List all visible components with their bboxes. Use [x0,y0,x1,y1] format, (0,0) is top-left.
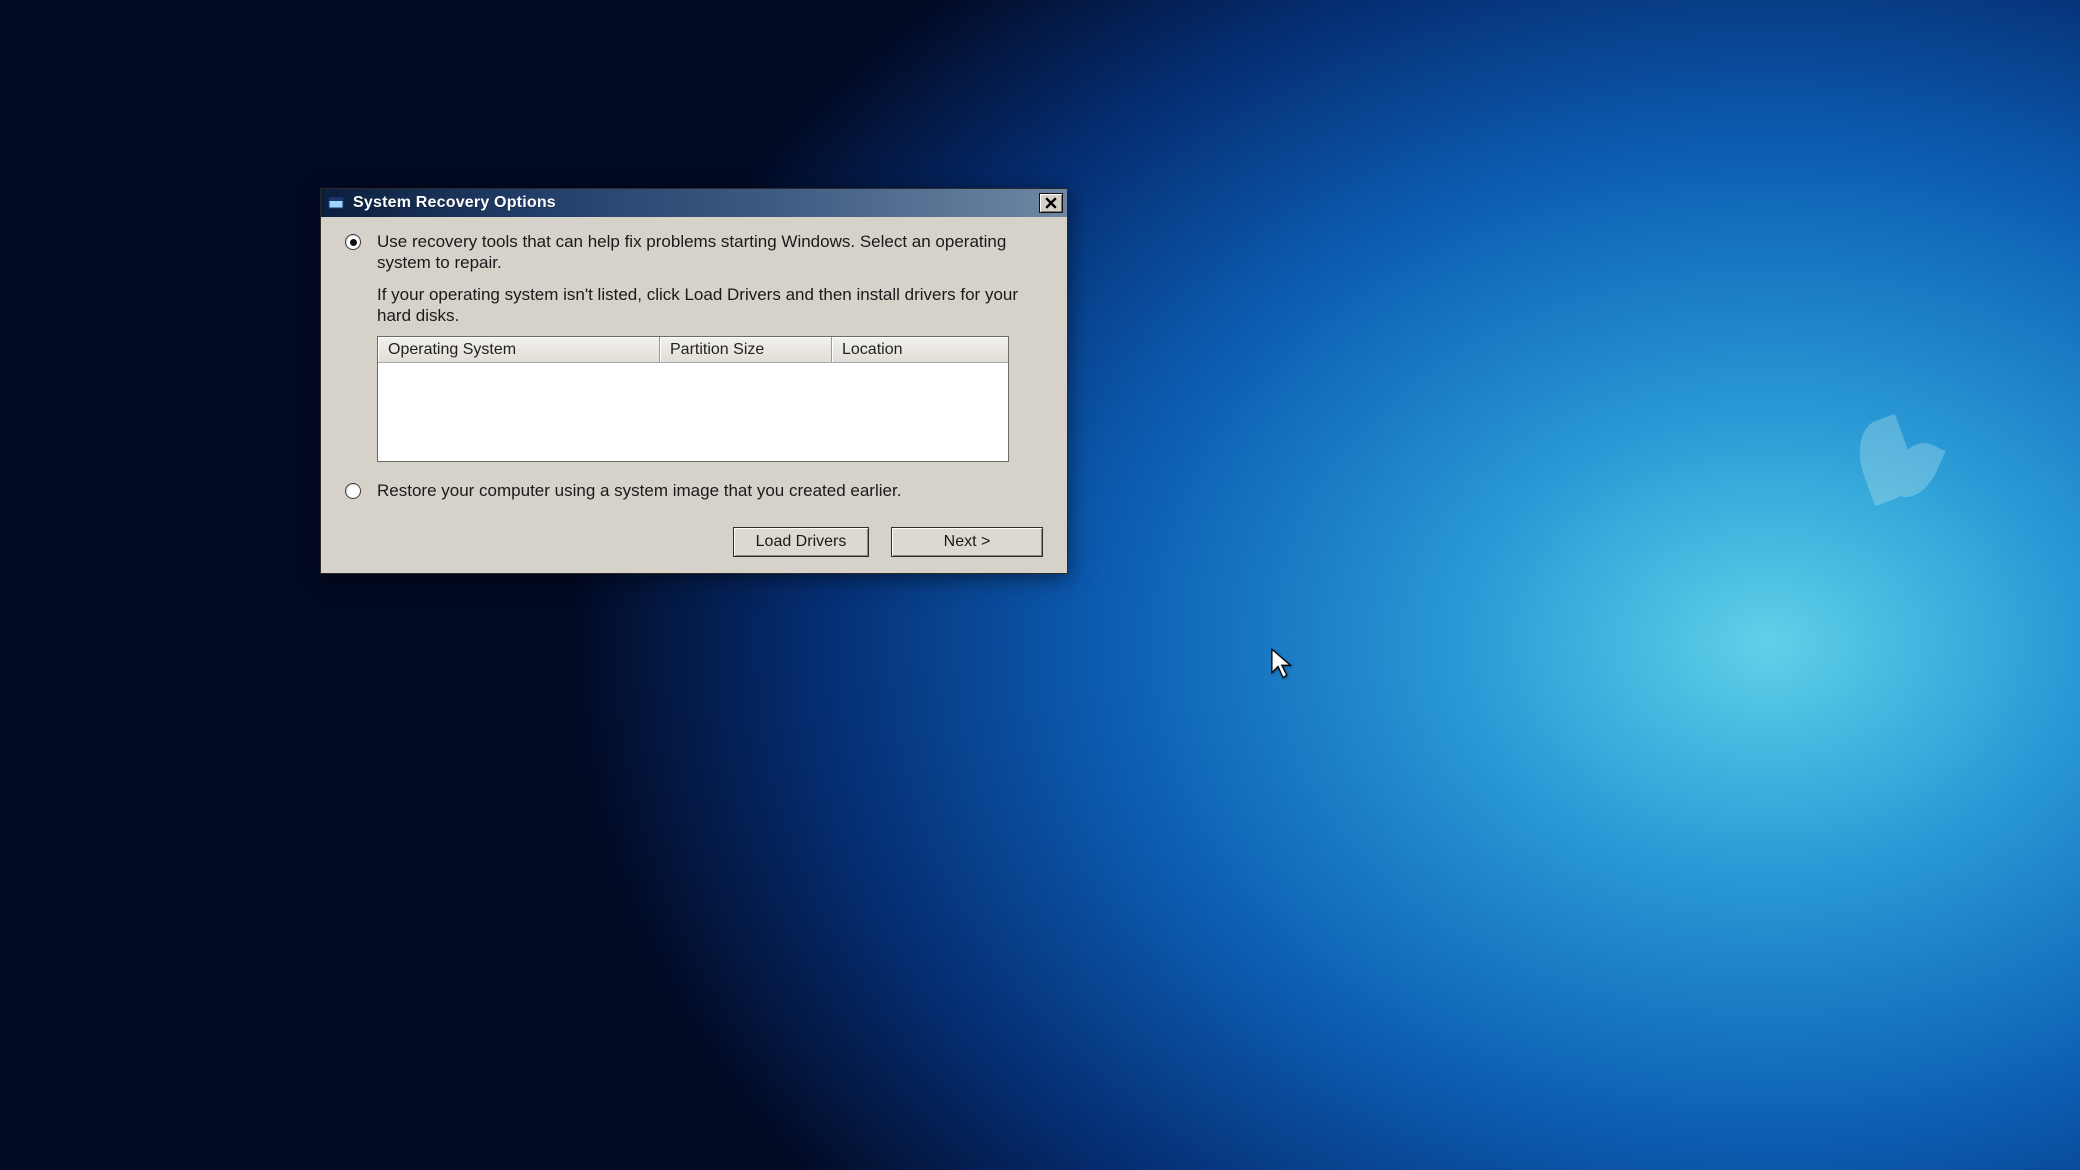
column-location-label: Location [842,340,903,360]
option1-main-text: Use recovery tools that can help fix pro… [377,231,1049,274]
dialog-client-area: Use recovery tools that can help fix pro… [321,217,1067,573]
mouse-cursor-icon [1270,648,1296,680]
titlebar[interactable]: System Recovery Options [321,189,1067,217]
next-button[interactable]: Next > [891,527,1043,557]
close-icon [1045,197,1057,209]
listview-body-empty[interactable] [378,363,1008,461]
close-button[interactable] [1039,193,1063,213]
option1-text-block: Use recovery tools that can help fix pro… [377,231,1049,336]
column-partition-label: Partition Size [670,340,764,360]
column-partition-size[interactable]: Partition Size [660,337,832,362]
desktop-background: System Recovery Options Use recovery too… [0,0,2080,1170]
load-drivers-button[interactable]: Load Drivers [733,527,869,557]
radio-use-recovery-tools[interactable] [345,234,361,250]
listview-header: Operating System Partition Size Location [378,337,1008,363]
load-drivers-label: Load Drivers [756,532,847,552]
option2-text: Restore your computer using a system ima… [377,480,1049,501]
button-row: Load Drivers Next > [339,527,1043,557]
option-use-recovery-tools[interactable]: Use recovery tools that can help fix pro… [339,231,1049,336]
column-operating-system[interactable]: Operating System [378,337,660,362]
next-label: Next > [944,532,991,552]
system-recovery-dialog: System Recovery Options Use recovery too… [320,188,1068,574]
dialog-title: System Recovery Options [353,194,1039,212]
column-os-label: Operating System [388,340,516,360]
wallpaper-leaf-decoration [1850,420,1940,510]
option1-hint-text: If your operating system isn't listed, c… [377,284,1049,327]
radio-restore-system-image[interactable] [345,483,361,499]
window-system-icon [327,194,345,212]
os-listview[interactable]: Operating System Partition Size Location [377,336,1009,462]
option2-text-block: Restore your computer using a system ima… [377,480,1049,511]
option-restore-system-image[interactable]: Restore your computer using a system ima… [339,480,1049,511]
column-location[interactable]: Location [832,337,1008,362]
